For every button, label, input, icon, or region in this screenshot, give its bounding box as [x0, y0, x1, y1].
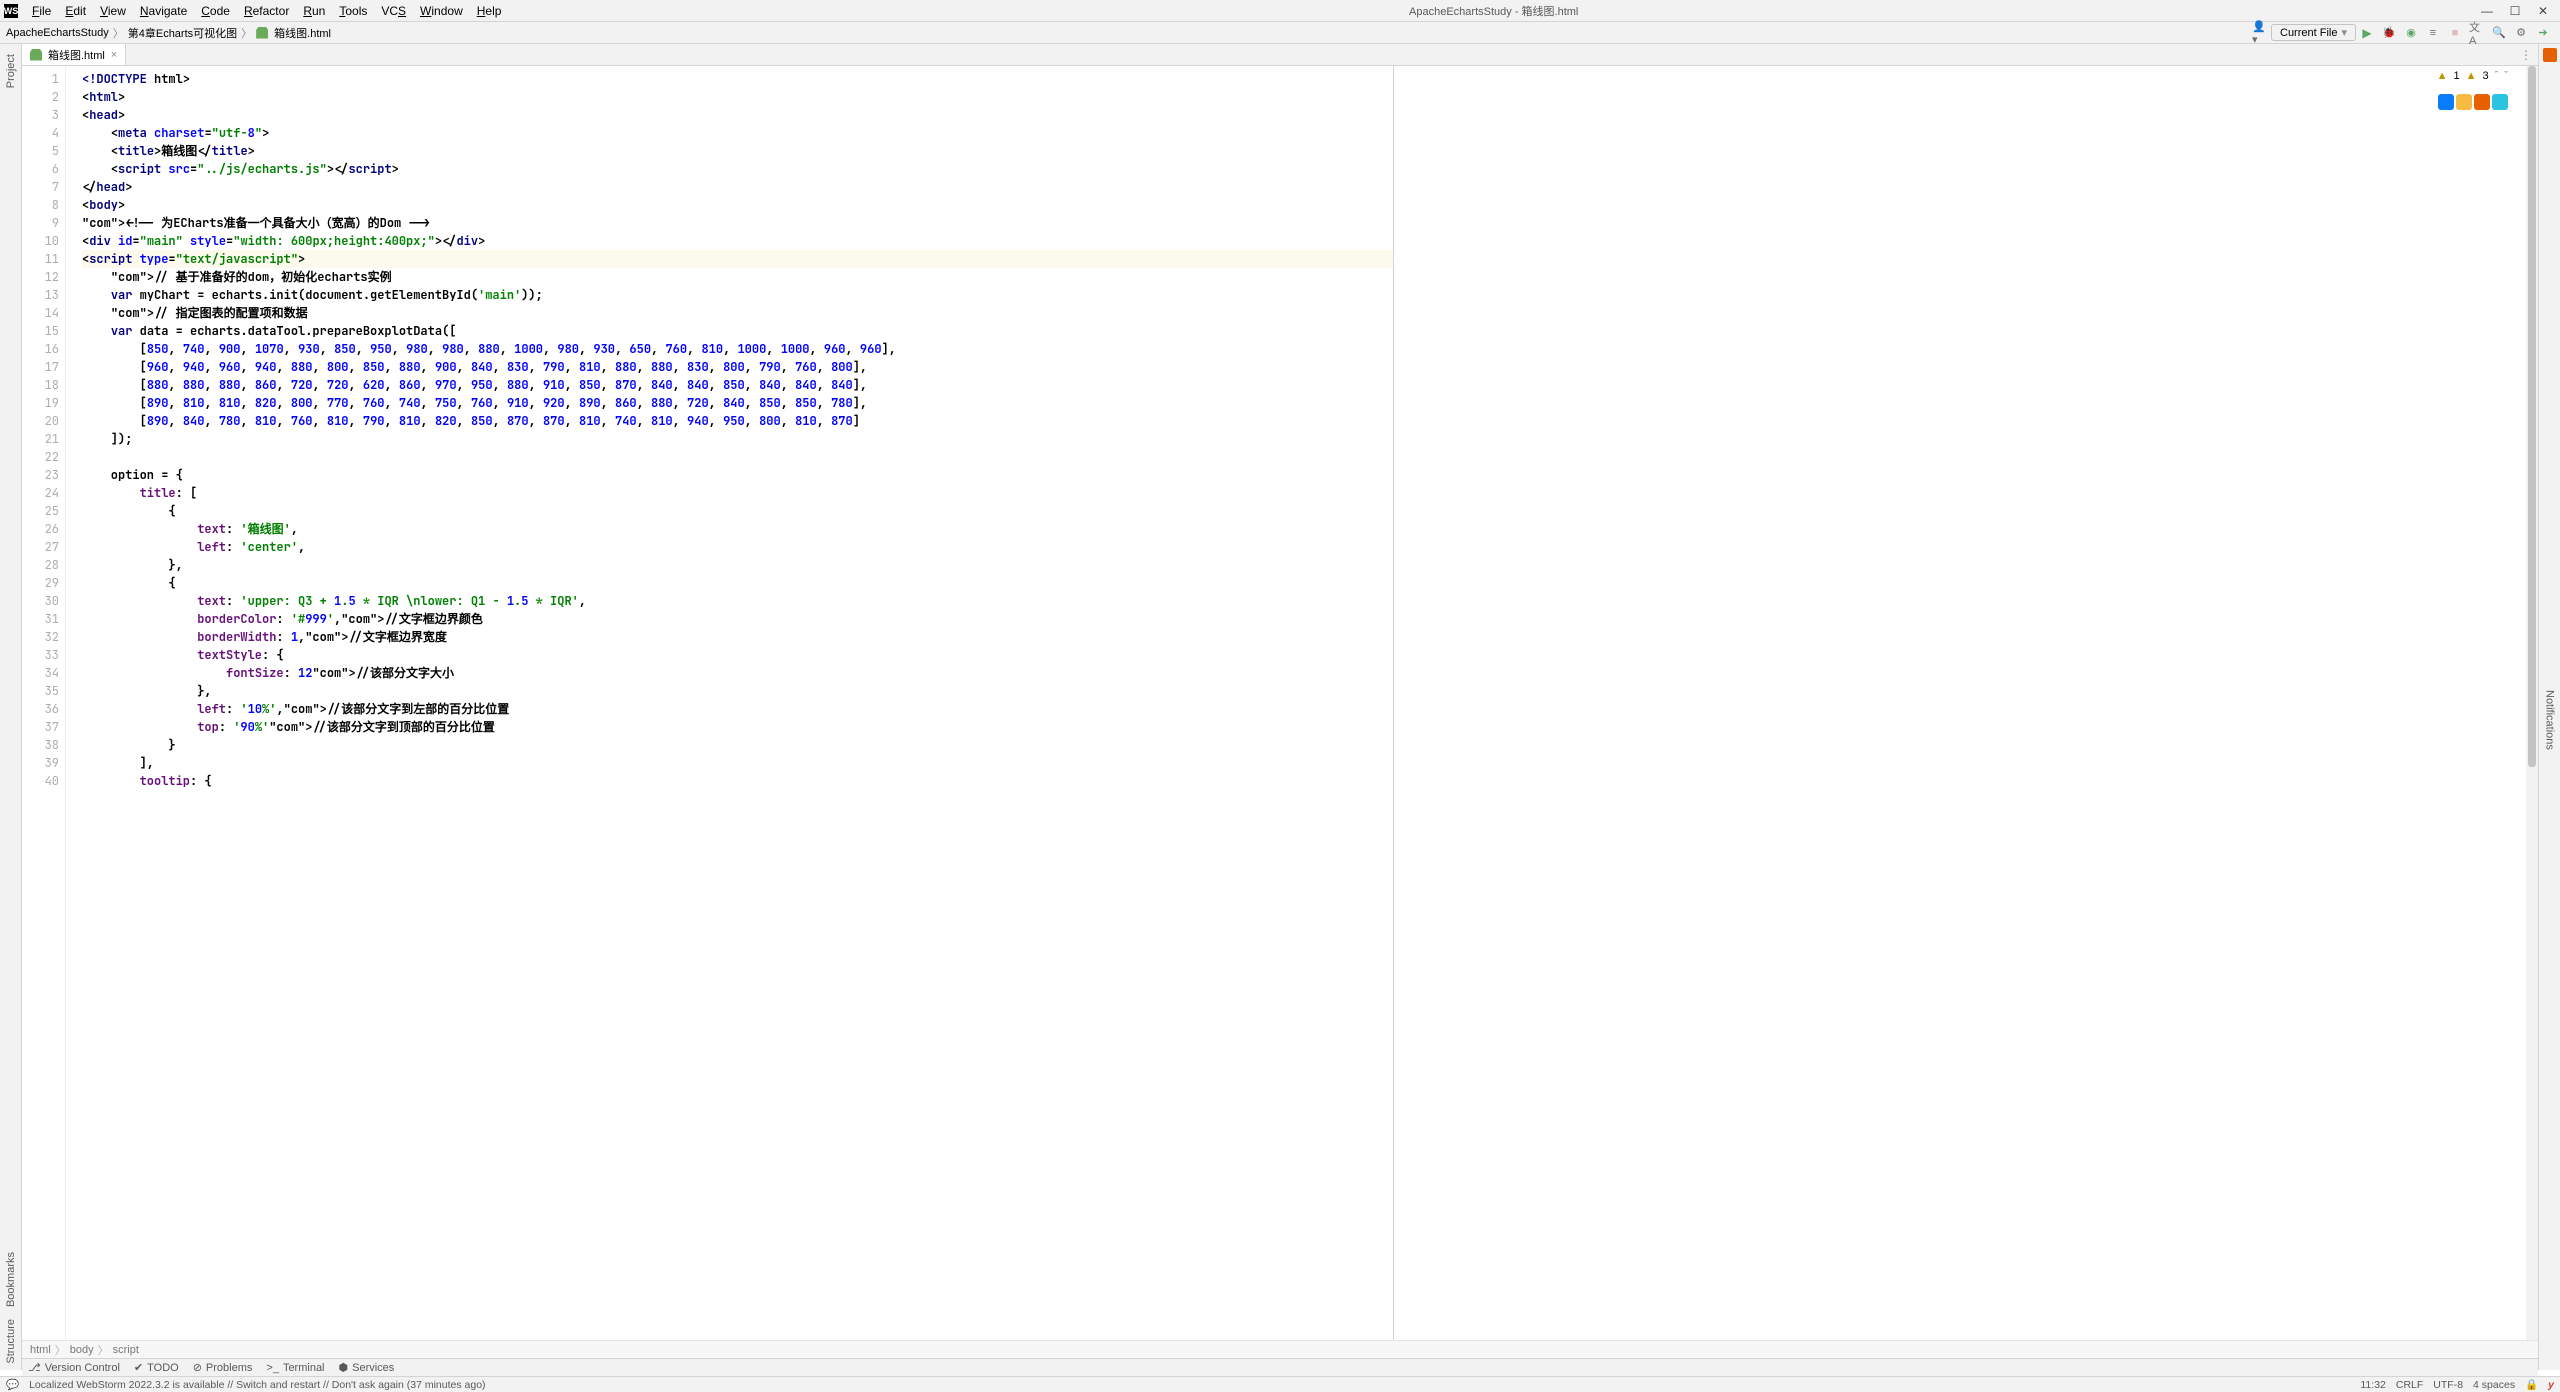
- menu-tools[interactable]: Tools: [333, 2, 373, 20]
- profile-icon[interactable]: ≡: [2425, 25, 2441, 41]
- inspections-widget[interactable]: ▲1 ▲3 ˆˇ: [2437, 70, 2508, 82]
- bookmarks-tool-tab[interactable]: Bookmarks: [3, 1246, 19, 1313]
- editor-shell: 箱线图.html × ⋮ 123456789101112131415161718…: [22, 44, 2538, 1358]
- minimize-icon[interactable]: —: [2480, 4, 2494, 18]
- notifications-tool-tab[interactable]: Notifications: [2544, 690, 2556, 750]
- status-message[interactable]: Localized WebStorm 2022.3.2 is available…: [29, 1379, 485, 1391]
- editor-tabs: 箱线图.html × ⋮: [22, 44, 2538, 66]
- window-controls[interactable]: — ☐ ✕: [2480, 4, 2550, 18]
- notifications-icon[interactable]: [2543, 48, 2557, 62]
- close-tab-icon[interactable]: ×: [111, 49, 117, 61]
- event-log-icon[interactable]: 💬: [6, 1378, 19, 1391]
- crumb[interactable]: 箱线图.html: [274, 25, 331, 41]
- menu-navigate[interactable]: Navigate: [134, 2, 193, 20]
- tool-version-control[interactable]: ⎇Version Control: [28, 1361, 120, 1374]
- app-icon: WS: [4, 4, 18, 18]
- encoding[interactable]: UTF-8: [2433, 1379, 2463, 1391]
- tool-terminal[interactable]: >_Terminal: [266, 1362, 324, 1374]
- file-icon: [30, 49, 42, 61]
- tool-todo[interactable]: ✔TODO: [134, 1361, 179, 1374]
- debug-icon[interactable]: 🐞: [2381, 25, 2397, 41]
- translate-icon[interactable]: 文A: [2469, 25, 2485, 41]
- menu-help[interactable]: Help: [471, 2, 508, 20]
- breadcrumb-item[interactable]: script: [113, 1344, 139, 1356]
- tool-services[interactable]: ⬢Services: [339, 1361, 395, 1374]
- fold-strip[interactable]: [66, 66, 78, 1340]
- editor-tab-label: 箱线图.html: [48, 47, 105, 63]
- ide-actions-icon[interactable]: ➔: [2535, 25, 2551, 41]
- menu-window[interactable]: Window: [414, 2, 469, 20]
- breadcrumb-item[interactable]: body: [70, 1344, 94, 1356]
- menu-file[interactable]: File: [26, 2, 57, 20]
- path-crumbs[interactable]: ApacheEchartsStudy〉第4章Echarts可视化图〉箱线图.ht…: [6, 25, 331, 41]
- plugin-y-icon[interactable]: y: [2548, 1379, 2554, 1391]
- left-tool-strip: Project Bookmarks Structure: [0, 44, 22, 1370]
- edge-icon[interactable]: [2492, 94, 2508, 110]
- browser-preview-icons[interactable]: [2438, 94, 2508, 110]
- webstorm-preview-icon[interactable]: [2438, 94, 2454, 110]
- structure-tool-tab[interactable]: Structure: [3, 1313, 19, 1370]
- code-area[interactable]: <!DOCTYPE html><html><head> <meta charse…: [78, 66, 1393, 1340]
- scrollbar-thumb[interactable]: [2528, 66, 2536, 767]
- editor-tab[interactable]: 箱线图.html ×: [22, 44, 126, 65]
- user-icon[interactable]: 👤▾: [2252, 25, 2268, 41]
- breadcrumb-item[interactable]: html: [30, 1344, 51, 1356]
- project-tool-tab[interactable]: Project: [3, 48, 19, 94]
- navbar: ApacheEchartsStudy〉第4章Echarts可视化图〉箱线图.ht…: [0, 22, 2560, 44]
- menu-view[interactable]: View: [94, 2, 132, 20]
- crumb[interactable]: 第4章Echarts可视化图: [128, 25, 237, 41]
- menu-run[interactable]: Run: [297, 2, 331, 20]
- line-ending[interactable]: CRLF: [2396, 1379, 2423, 1391]
- menu-vcs[interactable]: VCS: [375, 2, 412, 20]
- caret-position[interactable]: 11:32: [2360, 1379, 2386, 1391]
- firefox-icon[interactable]: [2474, 94, 2490, 110]
- tabs-more-icon[interactable]: ⋮: [2514, 44, 2538, 65]
- scrollbar[interactable]: [2526, 66, 2538, 1340]
- right-tool-strip: Notifications: [2538, 44, 2560, 1370]
- window-title: ApacheEchartsStudy - 箱线图.html: [507, 3, 2480, 19]
- run-config-selector[interactable]: Current File▾: [2271, 24, 2356, 41]
- close-icon[interactable]: ✕: [2536, 4, 2550, 18]
- tool-problems[interactable]: ⊘Problems: [193, 1361, 253, 1374]
- menu-edit[interactable]: Edit: [59, 2, 92, 20]
- readonly-icon[interactable]: 🔒: [2525, 1378, 2538, 1391]
- coverage-icon[interactable]: ◉: [2403, 25, 2419, 41]
- statusbar: 💬 Localized WebStorm 2022.3.2 is availab…: [0, 1376, 2560, 1392]
- gutter[interactable]: 1234567891011121314151617181920212223242…: [22, 66, 66, 1340]
- chrome-icon[interactable]: [2456, 94, 2472, 110]
- crumb[interactable]: ApacheEchartsStudy: [6, 27, 109, 39]
- titlebar: WS FileEditViewNavigateCodeRefactorRunTo…: [0, 0, 2560, 22]
- editor-body: 1234567891011121314151617181920212223242…: [22, 66, 2538, 1340]
- search-icon[interactable]: 🔍: [2491, 25, 2507, 41]
- bottom-tool-tabs: ⎇Version Control ✔TODO ⊘Problems >_Terminal…: [22, 1358, 2538, 1376]
- settings-icon[interactable]: ⚙: [2513, 25, 2529, 41]
- menu-code[interactable]: Code: [195, 2, 236, 20]
- maximize-icon[interactable]: ☐: [2508, 4, 2522, 18]
- breadcrumbs[interactable]: html〉body〉script: [22, 1340, 2538, 1358]
- indent[interactable]: 4 spaces: [2473, 1379, 2515, 1391]
- run-icon[interactable]: ▶: [2359, 25, 2375, 41]
- menu-refactor[interactable]: Refactor: [238, 2, 295, 20]
- stop-icon[interactable]: ■: [2447, 25, 2463, 41]
- menubar[interactable]: FileEditViewNavigateCodeRefactorRunTools…: [26, 2, 507, 20]
